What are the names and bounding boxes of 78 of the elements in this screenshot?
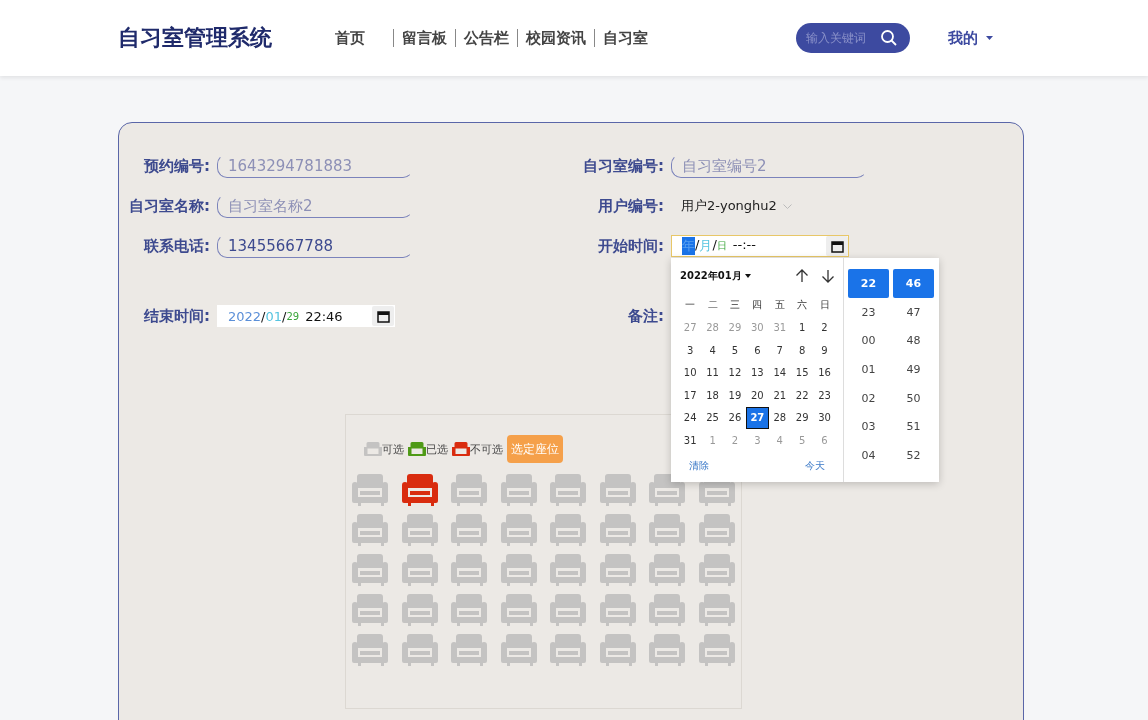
user-select[interactable]: 用户2-yonghu2 xyxy=(671,194,792,218)
minute-option[interactable]: 52 xyxy=(893,441,934,470)
minute-option[interactable]: 50 xyxy=(893,383,934,413)
field-label: 结束时间: xyxy=(143,306,210,326)
hour-option[interactable]: 04 xyxy=(848,441,889,470)
hour-option[interactable]: 02 xyxy=(848,383,889,413)
search-field[interactable]: 输入关键词 xyxy=(796,23,910,53)
calendar-day[interactable]: 19 xyxy=(723,384,747,407)
calendar-day[interactable]: 3 xyxy=(679,339,702,362)
weekday-label: 五 xyxy=(773,298,786,313)
text-field[interactable]: 13455667788 xyxy=(217,234,413,258)
calendar-day[interactable]: 4 xyxy=(701,339,724,362)
calendar-day[interactable]: 12 xyxy=(723,361,747,384)
legend-label: 不可选 xyxy=(470,441,503,457)
month-selector[interactable]: 2022年01月 xyxy=(680,269,751,283)
calendar-day[interactable]: 11 xyxy=(701,361,724,384)
legend-label: 已选 xyxy=(426,441,448,457)
hour-option[interactable]: 01 xyxy=(848,355,889,384)
calendar-day[interactable]: 21 xyxy=(768,384,791,407)
weekday-label: 一 xyxy=(684,298,697,313)
field-label: 自习室编号: xyxy=(582,156,664,176)
hour-option[interactable]: 23 xyxy=(848,297,889,327)
minute-option[interactable]: 47 xyxy=(893,297,934,327)
minute-option[interactable]: 48 xyxy=(893,326,934,356)
calendar-day[interactable]: 15 xyxy=(790,361,814,384)
hour-option[interactable]: 22 xyxy=(848,269,889,298)
nav-link[interactable]: 自习室 xyxy=(595,28,656,48)
calendar-day[interactable]: 31 xyxy=(679,429,702,452)
calendar-day[interactable]: 23 xyxy=(813,384,836,407)
nav-link[interactable]: 公告栏 xyxy=(456,28,517,48)
calendar-day[interactable]: 16 xyxy=(813,361,836,384)
field-label: 开始时间: xyxy=(597,236,664,256)
calendar-day[interactable]: 8 xyxy=(790,339,814,362)
calendar-day[interactable]: 7 xyxy=(768,339,791,362)
field-label: 预约编号: xyxy=(143,156,210,176)
calendar-day[interactable]: 2 xyxy=(813,316,836,339)
minute-option[interactable]: 46 xyxy=(893,269,934,298)
weekday-label: 日 xyxy=(818,298,831,313)
calendar-day[interactable]: 10 xyxy=(679,361,702,384)
calendar-day[interactable]: 14 xyxy=(768,361,791,384)
calendar-day[interactable]: 28 xyxy=(768,406,791,429)
hour-option[interactable]: 00 xyxy=(848,326,889,356)
field-label: 用户编号: xyxy=(597,196,664,216)
hour-option[interactable]: 03 xyxy=(848,412,889,442)
calendar-day[interactable]: 30 xyxy=(813,406,836,429)
calendar-day[interactable]: 1 xyxy=(790,316,814,339)
calendar-day[interactable]: 25 xyxy=(701,406,724,429)
field-label: 备注: xyxy=(627,306,664,326)
today-link[interactable]: 今天 xyxy=(805,458,825,473)
calendar-day[interactable]: 20 xyxy=(746,384,769,407)
calendar-day[interactable]: 6 xyxy=(746,339,769,362)
field-label: 联系电话: xyxy=(143,236,210,256)
weekday-label: 三 xyxy=(728,298,741,313)
nav-link[interactable]: 留言板 xyxy=(394,28,455,48)
calendar-day[interactable]: 22 xyxy=(790,384,814,407)
legend-label: 可选 xyxy=(382,441,404,457)
datetime-field[interactable]: 2022/01/29 22:46 xyxy=(217,305,395,327)
calendar-day[interactable]: 18 xyxy=(701,384,724,407)
calendar-day[interactable]: 13 xyxy=(746,361,769,384)
site-title: 自习室管理系统 xyxy=(118,24,273,52)
calendar-day[interactable]: 27 xyxy=(746,406,769,429)
clear-link[interactable]: 清除 xyxy=(689,458,709,473)
minute-option[interactable]: 49 xyxy=(893,355,934,384)
datetime-field[interactable]: 年/月/日 --:-- xyxy=(671,235,849,257)
weekday-label: 四 xyxy=(751,298,764,313)
weekday-label: 六 xyxy=(796,298,809,313)
user-menu[interactable]: 我的 xyxy=(948,28,993,48)
calendar-day[interactable]: 26 xyxy=(723,406,747,429)
calendar-day[interactable]: 9 xyxy=(813,339,836,362)
nav-link[interactable]: 首页 xyxy=(335,28,373,48)
calendar-day[interactable]: 17 xyxy=(679,384,702,407)
weekday-label: 二 xyxy=(706,298,719,313)
minute-option[interactable]: 51 xyxy=(893,412,934,442)
nav-link[interactable]: 校园资讯 xyxy=(518,28,594,48)
calendar-day[interactable]: 24 xyxy=(679,406,702,429)
calendar-day[interactable]: 29 xyxy=(790,406,814,429)
field-label: 自习室名称: xyxy=(128,196,210,216)
calendar-day[interactable]: 5 xyxy=(723,339,747,362)
